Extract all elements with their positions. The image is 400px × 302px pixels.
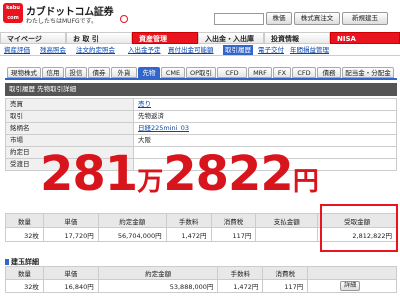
cell-quantity: 32枚 <box>5 227 44 242</box>
tab-funds[interactable]: 投信 <box>65 67 87 78</box>
highlight-box <box>320 204 398 252</box>
col-header: 約定金額 <box>97 266 219 280</box>
cell-quantity: 32枚 <box>5 279 44 293</box>
new-position-button[interactable]: 新規建玉 <box>342 12 388 25</box>
col-header: 約定金額 <box>97 213 167 228</box>
stock-price-button[interactable]: 株価 <box>266 12 292 25</box>
col-header: 消費税 <box>262 266 309 280</box>
tab-mrf[interactable]: MRF <box>248 67 272 78</box>
tab-spot-stock[interactable]: 現物株式 <box>7 67 41 78</box>
col-header: 数量 <box>5 213 44 228</box>
position-details-table: 数量 単価 約定金額 手数料 消費税 32枚 16,840円 53,888,00… <box>5 266 397 293</box>
subnav-e-delivery[interactable]: 電子交付 <box>258 45 284 55</box>
subnav-balance[interactable]: 残高照会 <box>40 45 66 55</box>
detail-value: 大阪 <box>133 134 397 147</box>
detail-key: 銘柄名 <box>5 122 134 135</box>
col-header: 手数料 <box>165 213 212 228</box>
detail-key: 市場 <box>5 134 134 147</box>
logo[interactable]: kabu com <box>3 3 23 23</box>
col-header: 数量 <box>5 266 44 280</box>
tab-fx[interactable]: FX <box>273 67 291 78</box>
section-title-text: 建玉詳細 <box>11 258 39 266</box>
subnav-cash-schedule[interactable]: 入出金予定 <box>128 45 161 55</box>
tab-options[interactable]: OP取引 <box>186 67 216 78</box>
section-marker-icon <box>5 259 9 265</box>
detail-link[interactable]: 日経225mini_03 <box>138 124 189 132</box>
cell-unit-price: 16,840円 <box>42 279 99 293</box>
table-row: 銘柄名 日経225mini_03 <box>5 122 397 135</box>
tab-futures[interactable]: 先物 <box>138 67 160 78</box>
cell-tax: 117円 <box>210 227 257 242</box>
nav-asset-management[interactable]: 資産管理 <box>132 32 198 44</box>
detail-key: 売買 <box>5 98 134 111</box>
overlay-amount-part2: 2822 <box>163 146 294 202</box>
tab-cme[interactable]: CME <box>161 67 185 78</box>
nav-deposit-withdrawal[interactable]: 入出金・入出庫 <box>198 32 264 44</box>
detail-value: 先物返済 <box>133 110 397 123</box>
tab-cfd-b[interactable]: CFD <box>292 67 316 78</box>
overlay-unit-yen: 円 <box>292 167 319 197</box>
nav-trade[interactable]: お 取 引 <box>66 32 132 44</box>
cell-contract-amount: 56,704,000円 <box>97 227 167 242</box>
subnav-annual-pnl[interactable]: 年間損益管理 <box>290 45 329 55</box>
col-header: 支払金額 <box>255 213 319 228</box>
tagline: わたしたちはMUFGです。 <box>26 18 98 25</box>
col-header: 手数料 <box>217 266 264 280</box>
cell-fee: 1,472円 <box>165 227 212 242</box>
section-title: 取引履歴 先物取引詳細 <box>5 83 397 96</box>
col-header: 消費税 <box>210 213 257 228</box>
search-input[interactable] <box>214 13 264 25</box>
logo-text-bottom: com <box>7 15 19 21</box>
subnav-order-execution[interactable]: 注文約定照会 <box>76 45 115 55</box>
cell-fee: 1,472円 <box>217 279 264 293</box>
nav-mypage[interactable]: マイページ <box>0 32 66 44</box>
col-header <box>307 266 397 280</box>
overlay-amount-part1: 281 <box>40 146 138 202</box>
nav-investment-info[interactable]: 投資情報 <box>264 32 330 44</box>
tab-margin[interactable]: 信用 <box>42 67 64 78</box>
tab-foreign-currency[interactable]: 外貨 <box>111 67 137 78</box>
overlay-unit-man: 万 <box>137 167 164 197</box>
tab-dividends[interactable]: 配当金・分配金 <box>342 67 394 78</box>
detail-key: 取引 <box>5 110 134 123</box>
mufg-logo-icon <box>120 15 128 23</box>
table-row: 売買 売り <box>5 98 397 111</box>
tab-underline <box>5 78 397 80</box>
table-row: 取引 先物返済 <box>5 110 397 123</box>
cell-tax: 117円 <box>262 279 309 293</box>
tab-debt[interactable]: 債務 <box>317 67 341 78</box>
logo-text-top: kabu <box>6 5 20 11</box>
table-row: 32枚 16,840円 53,888,000円 1,472円 117円 詳細 <box>5 279 397 293</box>
subnav-withdrawable[interactable]: 買付出金可能額 <box>168 45 214 55</box>
stock-buy-order-button[interactable]: 株式買注文 <box>294 12 340 25</box>
nav-nisa[interactable]: NISA <box>330 32 400 44</box>
tab-cfd-a[interactable]: CFD <box>217 67 247 78</box>
table-row: 市場 大阪 <box>5 134 397 147</box>
detail-button[interactable]: 詳細 <box>340 281 361 291</box>
table-header-row: 数量 単価 約定金額 手数料 消費税 <box>5 266 397 280</box>
col-header: 単価 <box>42 266 99 280</box>
cell-payment <box>255 227 319 242</box>
detail-link[interactable]: 売り <box>138 100 151 108</box>
subnav-asset-valuation[interactable]: 資産評価 <box>4 45 30 55</box>
cell-unit-price: 17,720円 <box>42 227 99 242</box>
col-header: 単価 <box>42 213 99 228</box>
cell-contract-amount: 53,888,000円 <box>97 279 219 293</box>
site-header: kabu com カブドットコム証券 わたしたちはMUFGです。 株価 株式買注… <box>0 0 400 32</box>
tab-bonds[interactable]: 債券 <box>88 67 110 78</box>
overlay-amount: 281万2822円 <box>40 150 319 198</box>
subnav-transaction-history[interactable]: 取引履歴 <box>223 45 253 55</box>
